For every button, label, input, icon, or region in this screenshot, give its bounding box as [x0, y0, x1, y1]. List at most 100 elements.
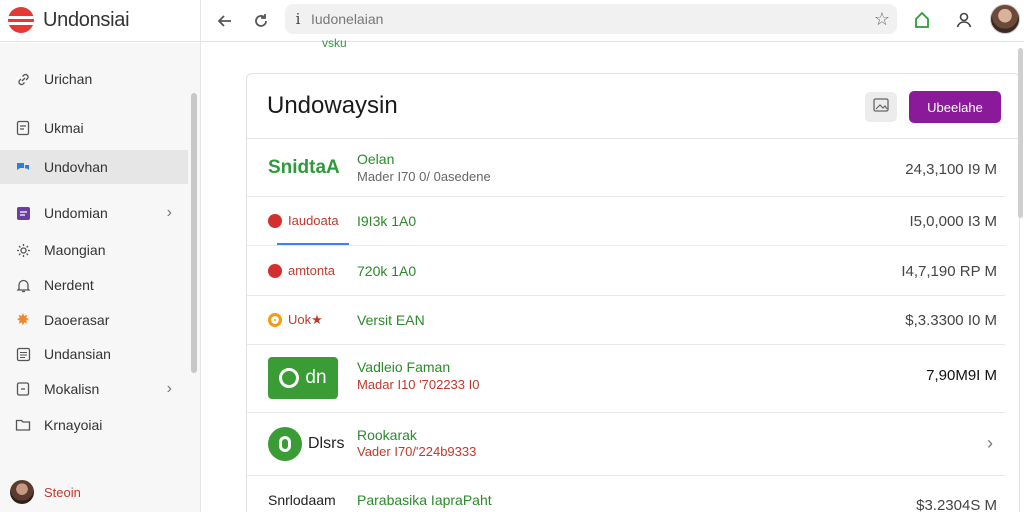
sidebar-item-maongian[interactable]: Maongian [0, 233, 188, 267]
back-arrow-icon[interactable] [212, 8, 238, 34]
row-logo: Iaudoata [268, 213, 339, 228]
row-value: $,3.3300 I0 M [905, 312, 997, 329]
sidebar-divider [200, 0, 201, 512]
sidebar-item-krnayoiai[interactable]: Krnayoiai [0, 408, 188, 442]
app-logo-tile: dn [268, 357, 338, 399]
list-item[interactable]: dn Vadleio Faman Madar I10 '702233 I0 7,… [247, 345, 1005, 413]
list-item[interactable]: Iaudoata I9I3k 1A0 I5,0,000 I3 M [247, 197, 1005, 246]
row-logo-text: Snrlodaam [268, 492, 336, 508]
list-item[interactable]: SnidtaA Oelan Mader I70 0/ 0asedene 24,3… [247, 139, 1005, 197]
link-icon [15, 71, 31, 87]
profile-icon[interactable] [951, 7, 977, 33]
sidebar-item-label: Undomian [44, 205, 108, 221]
primary-action-button[interactable]: Ubeelahe [909, 91, 1001, 123]
sidebar-item-urichan[interactable]: Urichan [0, 62, 188, 96]
list-item[interactable]: amtonta 720k 1A0 I4,7,190 RP M [247, 246, 1005, 296]
reload-icon[interactable] [248, 8, 274, 34]
sidebar-item-label: Daoerasar [44, 312, 110, 328]
sidebar-item-label: Mokalisn [44, 381, 100, 397]
sidebar-item-label: Maongian [44, 242, 106, 258]
sidebar-item-label: Ukmai [44, 120, 84, 136]
app-name: Undonsiai [43, 8, 130, 31]
row-title: Oelan [357, 151, 395, 167]
badge-logo-icon [268, 427, 302, 461]
sidebar-user[interactable]: Steoin [10, 480, 81, 504]
sidebar: Urichan Ukmai Undovhan Undomian › Maongi… [0, 43, 200, 512]
brand[interactable]: Undonsiai [8, 6, 130, 34]
sidebar-item-label: Nerdent [44, 277, 94, 293]
sidebar-item-label: Undansian [44, 346, 111, 362]
row-title: Rookarak [357, 427, 417, 443]
sidebar-item-mokalisn[interactable]: Mokalisn › [0, 372, 188, 406]
address-bar[interactable]: i Iudonelaian ☆ [285, 4, 897, 34]
document-icon [15, 120, 31, 136]
brand-ring-icon [268, 313, 282, 327]
main-scrollbar[interactable] [1018, 48, 1023, 218]
bell-icon [15, 277, 31, 293]
row-logo: Snrlodaam [268, 492, 336, 508]
row-title: Versit EAN [357, 312, 425, 328]
list-item[interactable]: Snrlodaam Parabasika IapraPaht $3.2304S … [247, 476, 1005, 512]
row-title: 720k 1A0 [357, 263, 417, 279]
inbox-icon [15, 205, 31, 221]
sidebar-item-undomian[interactable]: Undomian › [0, 196, 188, 230]
row-logo-text: amtonta [288, 263, 335, 278]
image-icon [873, 97, 889, 117]
row-logo: amtonta [268, 263, 335, 278]
row-logo-text: SnidtaA [268, 157, 340, 178]
row-logo-text: Uok★ [288, 312, 323, 327]
row-value: I4,7,190 RP M [901, 263, 997, 280]
row-logo: SnidtaA [268, 157, 340, 179]
row-title: I9I3k 1A0 [357, 213, 417, 229]
site-info-icon[interactable]: i [285, 10, 311, 28]
home-icon[interactable] [909, 7, 935, 33]
sidebar-scrollbar[interactable] [191, 93, 197, 373]
row-value: $3.2304S M [916, 497, 997, 512]
chat-icon [15, 159, 31, 175]
sidebar-item-label: Urichan [44, 71, 93, 87]
box-icon [15, 381, 31, 397]
account-avatar[interactable] [990, 4, 1020, 34]
panel-title: Undowaysin [267, 92, 398, 119]
row-logo: Uok★ [268, 312, 323, 328]
sidebar-item-undovhan[interactable]: Undovhan [0, 150, 188, 184]
brand-dot-icon [268, 263, 282, 278]
top-bar: Undonsiai i Iudonelaian ☆ [0, 0, 1024, 42]
page-subtitle: vsku [322, 36, 347, 50]
brand-dot-icon [268, 213, 282, 228]
bookmark-star-icon[interactable]: ☆ [867, 9, 897, 30]
star-icon: ✸ [16, 312, 30, 329]
list-item[interactable]: Dlsrs Rookarak Vader I70/'224b9333 › [247, 413, 1005, 476]
row-logo: Dlsrs [268, 427, 344, 461]
list-item[interactable]: Uok★ Versit EAN $,3.3300 I0 M [247, 296, 1005, 345]
sidebar-item-label: Krnayoiai [44, 417, 103, 433]
sidebar-item-nerdent[interactable]: Nerdent [0, 268, 188, 302]
chevron-right-icon[interactable]: › [987, 433, 993, 454]
row-logo-text: Dlsrs [308, 435, 345, 452]
row-subtitle: Madar I10 '702233 I0 [357, 377, 480, 392]
main-panel: Undowaysin Ubeelahe SnidtaA Oelan Mader … [246, 73, 1020, 512]
chevron-right-icon: › [166, 380, 172, 397]
row-logo: dn [268, 357, 338, 399]
list-icon [15, 346, 31, 362]
url-text[interactable]: Iudonelaian [311, 11, 867, 27]
row-value: 24,3,100 I9 M [905, 161, 997, 178]
row-value: 7,90M9I M [926, 367, 997, 384]
sidebar-item-ukmai[interactable]: Ukmai [0, 111, 188, 145]
sidebar-item-undansian[interactable]: Undansian [0, 337, 188, 371]
row-logo-text: dn [305, 367, 327, 388]
settings-icon [15, 242, 31, 258]
row-subtitle: Vader I70/'224b9333 [357, 444, 477, 459]
row-title: Vadleio Faman [357, 359, 451, 375]
row-subtitle: Mader I70 0/ 0asedene [357, 169, 491, 184]
brand-logo-icon [8, 7, 34, 33]
circle-logo-icon [279, 368, 300, 388]
sidebar-item-label: Undovhan [44, 159, 108, 175]
row-underline [277, 243, 349, 245]
row-value: I5,0,000 I3 M [909, 213, 997, 230]
row-logo-text: Iaudoata [288, 213, 339, 228]
sidebar-item-daoerasar[interactable]: ✸ Daoerasar [0, 303, 188, 337]
row-title: Parabasika IapraPaht [357, 492, 492, 508]
image-button[interactable] [865, 92, 897, 122]
user-avatar [10, 480, 34, 504]
